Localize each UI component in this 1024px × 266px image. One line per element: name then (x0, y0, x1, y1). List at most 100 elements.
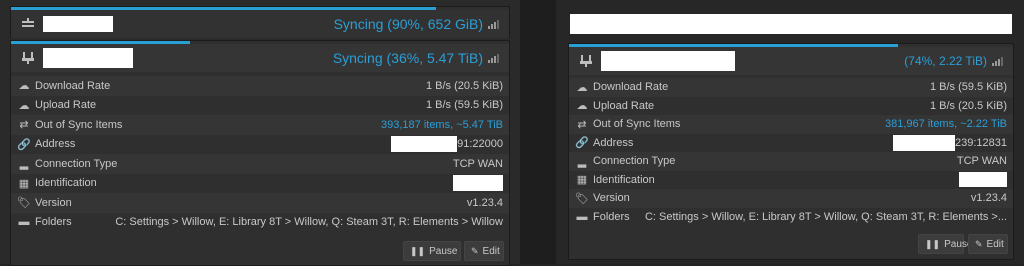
row-value (453, 175, 503, 192)
row-value: v1.23.4 (466, 196, 503, 209)
cloud-download-icon: ☁ (576, 81, 588, 94)
row-label: Version (35, 196, 72, 209)
sync-status: (74%, 2.22 TiB) (904, 54, 1013, 68)
qrcode-icon: ▦ (576, 174, 588, 187)
row-label: Version (593, 192, 630, 205)
device-name-redacted (43, 16, 113, 32)
row-value: v1.23.4 (970, 192, 1007, 205)
row-value: C: Settings > Willow, E: Library 8T > Wi… (644, 210, 1007, 223)
row-value: 1 B/s (59.5 KiB) (425, 99, 503, 112)
row-label: Connection Type (593, 155, 676, 168)
pencil-icon: ✎ (975, 238, 983, 249)
signal-bars-icon (488, 19, 499, 29)
edit-button[interactable]: ✎ Edit (464, 241, 504, 261)
server-icon (578, 53, 594, 69)
row-value: 239:12831 (893, 134, 1007, 151)
cloud-upload-icon: ☁ (18, 99, 30, 112)
row-address: 🔗 Address 239:12831 (569, 134, 1013, 153)
row-label: Folders (35, 216, 72, 229)
pause-button[interactable]: ❚❚ Pause (918, 234, 972, 254)
device-card-expanded: Syncing (36%, 5.47 TiB) ☁ Download Rate … (10, 40, 510, 266)
qrcode-icon: ▦ (18, 177, 30, 190)
row-label: Upload Rate (593, 99, 655, 112)
row-label: Folders (593, 210, 630, 223)
row-version: 🏷 Version v1.23.4 (11, 193, 509, 213)
row-identification: ▦ Identification (11, 174, 509, 194)
address-redacted (893, 134, 955, 151)
row-download-rate: ☁ Download Rate 1 B/s (20.5 KiB) (11, 76, 509, 96)
out-of-sync-link[interactable]: 393,187 items, ~5.47 TiB (381, 119, 503, 131)
row-out-of-sync: ⇄ Out of Sync Items 381,967 items, ~2.22… (569, 115, 1013, 134)
row-version: 🏷 Version v1.23.4 (569, 189, 1013, 208)
row-value: 91:22000 (391, 136, 503, 153)
sync-status: Syncing (36%, 5.47 TiB) (333, 50, 509, 66)
pause-icon: ❚❚ (410, 245, 426, 256)
row-folders: ▬ Folders C: Settings > Willow, E: Libra… (569, 208, 1013, 227)
folder-icon: ▬ (576, 210, 588, 223)
row-value: C: Settings > Willow, E: Library 8T > Wi… (115, 216, 503, 229)
tag-icon: 🏷 (575, 192, 589, 205)
row-value: 1 B/s (20.5 KiB) (425, 79, 503, 92)
signal-icon: ▂ (19, 158, 29, 171)
cloud-upload-icon: ☁ (576, 100, 588, 113)
link-icon: 🔗 (575, 137, 589, 150)
out-of-sync-link[interactable]: 381,967 items, ~2.22 TiB (885, 118, 1007, 130)
edit-label: Edit (986, 238, 1004, 250)
signal-icon: ▂ (577, 155, 587, 168)
row-label: Out of Sync Items (593, 118, 681, 131)
row-value: 1 B/s (59.5 KiB) (929, 81, 1007, 94)
row-value: TCP WAN (956, 155, 1007, 168)
device-header[interactable]: Syncing (90%, 652 GiB) (11, 10, 509, 38)
exchange-icon: ⇄ (19, 119, 29, 132)
row-label: Out of Sync Items (35, 118, 123, 131)
device-card-collapsed[interactable]: Syncing (90%, 652 GiB) (10, 6, 510, 38)
address-suffix: 239:12831 (955, 136, 1007, 149)
signal-bars-icon (992, 56, 1003, 66)
identification-redacted[interactable] (453, 175, 503, 192)
pause-button[interactable]: ❚❚ Pause (403, 241, 461, 261)
identification-redacted[interactable] (959, 172, 1007, 188)
row-label: Upload Rate (35, 99, 97, 112)
row-value: TCP WAN (452, 157, 503, 170)
row-label: Download Rate (35, 79, 111, 92)
row-folders: ▬ Folders C: Settings > Willow, E: Libra… (11, 213, 509, 233)
sync-status: Syncing (90%, 652 GiB) (334, 16, 509, 32)
device-header[interactable]: (74%, 2.22 TiB) (569, 47, 1013, 75)
signal-bars-icon (488, 53, 499, 63)
row-value (959, 172, 1007, 188)
row-identification: ▦ Identification (569, 171, 1013, 190)
row-download-rate: ☁ Download Rate 1 B/s (59.5 KiB) (569, 78, 1013, 97)
row-out-of-sync: ⇄ Out of Sync Items 393,187 items, ~5.47… (11, 115, 509, 135)
cloud-download-icon: ☁ (18, 80, 30, 93)
pause-label: Pause (429, 245, 458, 257)
sync-status-text: Syncing (36%, 5.47 TiB) (332, 50, 483, 66)
tag-icon: 🏷 (17, 197, 31, 210)
link-icon: 🔗 (17, 138, 31, 151)
row-upload-rate: ☁ Upload Rate 1 B/s (20.5 KiB) (569, 97, 1013, 116)
server-icon (20, 50, 36, 66)
address-redacted (391, 136, 458, 153)
device-name-redacted (43, 48, 133, 68)
edit-label: Edit (482, 245, 500, 257)
row-value: 1 B/s (20.5 KiB) (929, 99, 1007, 112)
device-header[interactable]: Syncing (36%, 5.47 TiB) (11, 44, 509, 72)
pause-icon: ❚❚ (925, 238, 941, 249)
desktop-icon (20, 16, 36, 32)
sync-status-text: Syncing (90%, 652 GiB) (333, 16, 483, 32)
edit-button[interactable]: ✎ Edit (968, 234, 1008, 254)
search-bar-redacted[interactable] (570, 14, 1012, 34)
row-connection-type: ▂ Connection Type TCP WAN (569, 152, 1013, 171)
row-label: Identification (35, 177, 97, 190)
exchange-icon: ⇄ (577, 118, 587, 131)
row-connection-type: ▂ Connection Type TCP WAN (11, 154, 509, 174)
row-label: Download Rate (593, 81, 669, 94)
folder-icon: ▬ (18, 216, 30, 229)
row-upload-rate: ☁ Upload Rate 1 B/s (59.5 KiB) (11, 96, 509, 116)
pencil-icon: ✎ (471, 245, 479, 256)
row-label: Connection Type (35, 157, 118, 170)
pane-divider (520, 0, 556, 264)
device-card-expanded: (74%, 2.22 TiB) ☁ Download Rate 1 B/s (5… (568, 43, 1014, 260)
device-name-redacted (601, 51, 735, 71)
row-label: Identification (593, 173, 655, 186)
row-address: 🔗 Address 91:22000 (11, 135, 509, 155)
